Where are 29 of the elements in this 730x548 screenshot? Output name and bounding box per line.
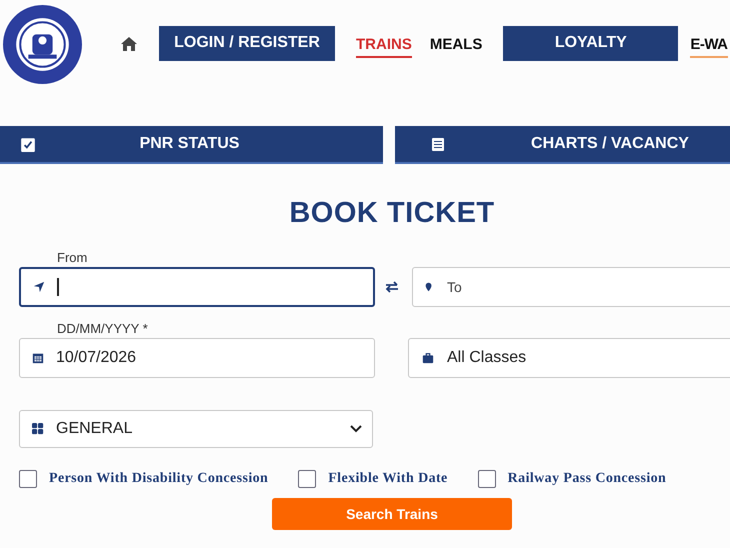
calendar-icon <box>32 352 44 364</box>
from-field[interactable] <box>19 267 375 307</box>
chevron-down-icon <box>350 425 362 433</box>
nav-link[interactable]: MEALS <box>430 36 482 58</box>
quick-tab[interactable]: CHARTS / VACANCY <box>395 126 730 164</box>
grid-icon <box>32 423 44 435</box>
home-icon[interactable] <box>121 37 137 51</box>
briefcase-icon <box>421 352 435 364</box>
option-checkbox[interactable]: Person With Disability Concession <box>19 470 268 488</box>
nav-link[interactable]: TRAINS <box>356 36 412 58</box>
option-checkbox[interactable]: Flexible With Date <box>298 470 448 488</box>
navigation-arrow-icon <box>33 281 45 293</box>
quota-select[interactable]: GENERAL <box>19 410 373 448</box>
nav-button[interactable]: LOYALTY <box>503 26 678 60</box>
page-title: BOOK TICKET <box>288 197 496 230</box>
option-checkbox[interactable]: Railway Pass Concession <box>478 470 666 488</box>
quick-tab[interactable]: PNR STATUS <box>0 126 383 164</box>
to-field[interactable]: To <box>412 267 730 307</box>
class-select[interactable]: All Classes <box>408 338 730 378</box>
field-label: DD/MM/YYYY * <box>57 321 149 336</box>
emblem-logo[interactable] <box>2 4 83 84</box>
nav-button[interactable]: LOGIN / REGISTER <box>159 26 335 60</box>
nav-link[interactable]: E-WA <box>690 36 728 58</box>
checkbox[interactable] <box>19 470 37 488</box>
swap-icon[interactable] <box>385 281 399 293</box>
checkbox[interactable] <box>478 470 496 488</box>
field-label: From <box>57 250 88 265</box>
date-field[interactable]: 10/07/2026 <box>19 338 375 378</box>
checkbox[interactable] <box>298 470 316 488</box>
